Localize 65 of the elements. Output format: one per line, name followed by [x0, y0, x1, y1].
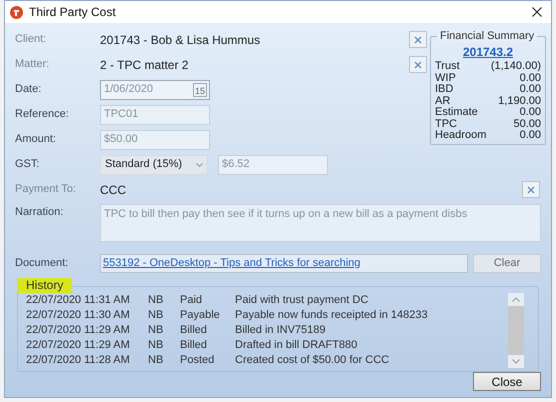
- history-user: NB: [148, 293, 164, 308]
- history-user: NB: [148, 323, 164, 338]
- summary-label: Estimate: [435, 107, 478, 118]
- summary-value: (1,140.00): [490, 61, 541, 72]
- chevron-down-icon[interactable]: [512, 359, 520, 364]
- summary-label: WIP: [435, 72, 456, 84]
- history-user: NB: [148, 353, 164, 368]
- history-time: 22/07/2020 11:31 AM: [26, 293, 131, 308]
- calendar-icon: 15: [192, 82, 207, 96]
- field-label: Reference:: [15, 107, 70, 122]
- field-value: 2 - TPC matter 2: [100, 56, 188, 74]
- matter-link[interactable]: 201743.2: [462, 43, 514, 61]
- field-value: 201743 - Bob & Lisa Hummus: [100, 32, 260, 48]
- clear-button[interactable]: [409, 56, 427, 73]
- history-status: Paid: [180, 293, 204, 308]
- summary-label: Trust: [435, 61, 460, 72]
- close-icon: [527, 186, 535, 194]
- field-label: Narration:: [15, 205, 64, 220]
- summary-value: 1,190.00: [498, 96, 541, 107]
- field-label: Client:: [15, 32, 48, 48]
- summary-label: Headroom: [435, 130, 486, 142]
- panel-title: History: [17, 278, 72, 293]
- summary-label: IBD: [435, 84, 454, 96]
- summary-value: 0.00: [520, 84, 541, 96]
- history-user: NB: [148, 338, 164, 354]
- summary-value: 50.00: [513, 118, 541, 130]
- app-logo-icon: [10, 6, 23, 18]
- field-label: Date:: [15, 82, 42, 98]
- window-title: Third Party Cost: [29, 4, 116, 21]
- history-time: 22/07/2020 11:29 AM: [26, 323, 131, 338]
- history-status: Billed: [180, 323, 208, 338]
- history-status: Billed: [180, 338, 208, 354]
- close-icon: [414, 60, 422, 68]
- clear-button[interactable]: Clear: [473, 254, 541, 272]
- history-status: Payable: [180, 308, 221, 324]
- clear-button[interactable]: [522, 181, 540, 198]
- history-status: Posted: [180, 353, 216, 368]
- clear-button[interactable]: [409, 31, 427, 48]
- chevron-down-icon: [196, 162, 203, 166]
- summary-label: AR: [435, 96, 450, 107]
- field-label: Matter:: [15, 57, 50, 72]
- summary-value: 0.00: [520, 130, 541, 142]
- close-button[interactable]: Close: [473, 372, 541, 391]
- history-user: NB: [148, 308, 164, 324]
- close-icon: [414, 36, 422, 44]
- close-icon[interactable]: [532, 7, 542, 17]
- history-note: Drafted in bill DRAFT880: [235, 338, 358, 354]
- history-time: 22/07/2020 11:28 AM: [26, 353, 131, 368]
- history-note: Billed in INV75189: [235, 323, 326, 338]
- scrollbar[interactable]: [508, 293, 524, 368]
- history-note: Created cost of $50.00 for CCC: [235, 353, 390, 368]
- field-value: CCC: [100, 182, 126, 198]
- history-time: 22/07/2020 11:30 AM: [26, 308, 131, 324]
- field-label: Amount:: [15, 132, 57, 148]
- summary-value: 0.00: [520, 72, 541, 84]
- panel-title: Financial Summary: [437, 29, 538, 43]
- history-time: 22/07/2020 11:29 AM: [26, 338, 131, 354]
- history-note: Paid with trust payment DC: [235, 293, 368, 308]
- field-label: Payment To:: [15, 182, 77, 198]
- field-label: GST:: [15, 157, 40, 172]
- summary-value: 0.00: [520, 107, 541, 118]
- chevron-up-icon[interactable]: [512, 297, 520, 302]
- field-label: Document:: [15, 256, 70, 271]
- summary-label: TPC: [435, 118, 457, 130]
- history-note: Payable now funds receipted in 148233: [235, 308, 428, 324]
